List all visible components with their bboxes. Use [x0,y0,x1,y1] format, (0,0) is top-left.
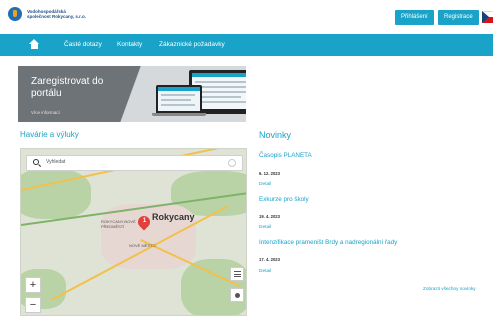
news-item-detail-link[interactable]: Detail [259,269,271,274]
map-marker-count: 1 [142,218,147,224]
news-item-detail-link[interactable]: Detail [259,225,271,230]
map-place-label: NOVÉ MĚSTO [129,243,156,248]
map-search-input[interactable]: Vyhledat [26,155,243,171]
map-locate-button[interactable] [230,288,244,302]
logo-text: Vodohospodářská společnost Rokycany, s.r… [27,9,86,20]
search-icon [33,159,42,168]
locate-icon [235,293,240,298]
login-button[interactable]: Přihlášení [395,10,434,25]
news-item-date: 17. 4. 2023 [259,257,280,262]
zoom-in-button[interactable]: + [25,277,41,293]
news-item-detail-link[interactable]: Detail [259,182,271,187]
nav-item-contacts[interactable]: Kontakty [117,34,142,56]
news-item-date: 19. 4. 2023 [259,214,280,219]
layers-icon [234,271,241,277]
register-banner[interactable]: Zaregistrovat do portálu Více informací [18,66,246,122]
outages-map[interactable]: Vyhledat ROKYCANY-NOVÉ PŘEDMĚSTÍ NOVÉ MĚ… [20,148,247,316]
news-item-title[interactable]: Exkurze pro školy [259,196,309,203]
company-logo[interactable]: Vodohospodářská společnost Rokycany, s.r… [8,7,86,21]
map-place-label: ROKYCANY-NOVÉ PŘEDMĚSTÍ [101,219,136,229]
laptop-base [152,113,206,116]
logo-line-2: společnost Rokycany, s.r.o. [27,14,86,19]
zoom-out-button[interactable]: − [25,297,41,313]
news-item-title[interactable]: Časopis PLANETA [259,152,312,159]
clear-icon[interactable] [228,159,236,167]
nav-item-faq[interactable]: Časté dotazy [64,34,102,56]
register-button[interactable]: Registrace [438,10,479,25]
news-heading: Novinky [259,130,292,140]
laptop-illustration [156,85,202,113]
home-icon[interactable] [28,39,40,51]
map-search-placeholder: Vyhledat [46,159,66,165]
map-city-label: Rokycany [152,212,195,222]
water-drop-logo-icon [8,7,22,21]
news-item-title[interactable]: Intenzifikace prameništ Brdy a nadregion… [259,239,397,246]
nav-item-customer-requests[interactable]: Zákaznické požadavky [159,34,225,56]
outages-heading: Havárie a výluky [20,130,79,139]
banner-more-link[interactable]: Více informací [31,110,60,115]
cz-flag-icon[interactable] [482,11,493,23]
map-layers-button[interactable] [230,267,244,281]
news-item-date: 6. 12. 2023 [259,171,280,176]
top-header: Vodohospodářská společnost Rokycany, s.r… [0,0,493,34]
main-nav: Časté dotazy Kontakty Zákaznické požadav… [0,34,493,56]
banner-title: Zaregistrovat do portálu [31,76,104,99]
all-news-link[interactable]: Zobrazit všechny novinky [423,286,476,291]
